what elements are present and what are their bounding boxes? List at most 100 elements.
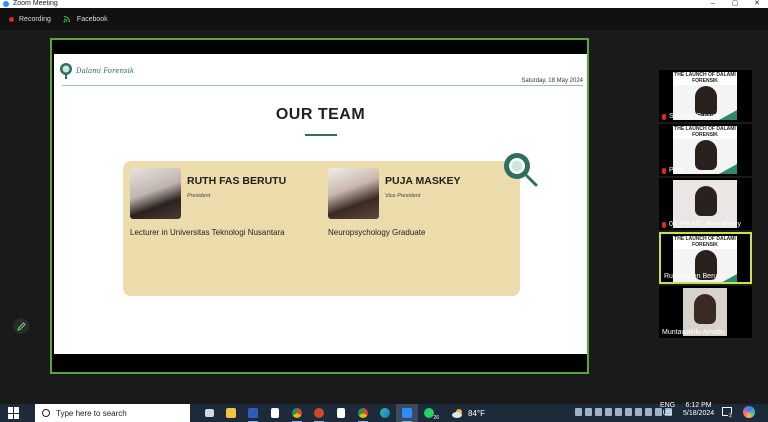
search-placeholder: Type here to search [56,408,127,418]
system-clock[interactable]: 6:12 PM 5/18/2024 [683,402,714,418]
windows-taskbar: Type here to search 26 84°F [0,404,768,422]
word-button[interactable] [242,404,264,422]
zoom-logo-icon [3,1,9,7]
participant-tile-active-speaker[interactable]: THE LAUNCH OF DALAMI FORENSIK Ruth Flore… [659,232,752,284]
minimize-button[interactable]: – [702,0,724,8]
muted-mic-icon [662,167,666,174]
participant-gallery: THE LAUNCH OF DALAMI FORENSIK Stefanie B… [659,70,753,340]
input-language[interactable]: ENG US [660,402,675,418]
whatsapp-button[interactable]: 26 [418,404,440,422]
participant-name: Muntawakilu Amadu [662,329,725,336]
slide-divider [62,85,583,86]
participant-tile[interactable]: 04_PS KC_Rien Mercy [659,178,752,230]
tray-icon[interactable] [585,408,592,416]
video-thumb-title: THE LAUNCH OF DALAMI FORENSIK [673,72,737,85]
video-thumb-title: THE LAUNCH OF DALAMI FORENSIK [673,126,737,139]
file-explorer-button[interactable] [220,404,242,422]
chrome-icon [358,408,368,418]
windows-logo-icon [8,407,13,413]
annotate-button[interactable] [13,318,29,334]
close-button[interactable]: ✕ [746,0,768,8]
file-icon [271,408,279,418]
weather-temperature: 84°F [468,408,485,418]
task-view-icon [204,409,214,417]
participant-name: Puja [662,167,683,174]
team-member: PUJA MASKEY Vice President Neuropsycholo… [328,168,460,237]
pinned-apps: 26 [198,404,440,422]
word-icon [248,408,258,418]
brain-logo-icon [60,63,72,79]
participant-tile[interactable]: THE LAUNCH OF DALAMI FORENSIK Stefanie B… [659,70,752,122]
zoom-icon [402,408,412,418]
system-tray [575,408,672,416]
participant-tile[interactable]: Muntawakilu Amadu [659,286,752,338]
slide-date: Saturday, 18 May 2024 [521,78,583,84]
magnifier-brain-icon [504,153,538,187]
member-name: RUTH FAS BERUTU [187,175,287,187]
participant-name: 04_PS KC_Rien Mercy [662,221,741,228]
edge-icon [380,408,390,418]
tray-icon[interactable] [605,408,612,416]
member-role: President [187,193,211,199]
participant-tile[interactable]: THE LAUNCH OF DALAMI FORENSIK Puja [659,124,752,176]
taskbar-search[interactable]: Type here to search [35,404,190,422]
maximize-button[interactable]: ▢ [724,0,746,8]
slide-heading: OUR TEAM [275,106,366,123]
copilot-icon[interactable] [743,406,755,418]
presentation-slide: Dalami Forensik Saturday, 18 May 2024 OU… [54,54,587,356]
meeting-status-bar: Recording Facebook [0,8,768,30]
team-card: RUTH FAS BERUTU President Lecturer in Un… [123,161,520,296]
pencil-icon [16,321,26,331]
powerpoint-button[interactable] [308,404,330,422]
window-titlebar: Zoom Meeting – ▢ ✕ [0,0,768,8]
file-icon [337,408,345,418]
chrome-button[interactable] [286,404,308,422]
chrome-profile-button[interactable] [352,404,374,422]
team-member: RUTH FAS BERUTU President Lecturer in Un… [130,168,286,237]
heading-underline [305,134,337,136]
powerpoint-icon [314,408,324,418]
video-thumb-title: THE LAUNCH OF DALAMI FORENSIK [673,236,737,249]
participant-face [695,86,717,116]
weather-widget[interactable]: 84°F [452,408,485,418]
document-button[interactable] [264,404,286,422]
participant-name: Ruth Floren Berutu [664,273,724,280]
member-photo [130,168,181,219]
window-title: Zoom Meeting [13,0,58,7]
speaker-icon[interactable] [645,408,652,416]
tray-icon[interactable] [635,408,642,416]
slide-footer-bar [54,354,587,370]
folder-icon [226,408,236,418]
task-view-button[interactable] [198,404,220,422]
participant-name: Stefanie Buyung [662,113,720,120]
clock-date: 5/18/2024 [683,410,715,417]
zoom-button[interactable] [396,404,418,422]
member-photo [328,168,379,219]
shared-screen[interactable]: Dalami Forensik Saturday, 18 May 2024 OU… [50,38,589,374]
start-button[interactable] [8,407,20,419]
notification-count: 2 [728,413,733,419]
tray-icon[interactable] [575,408,582,416]
recording-dot-icon [9,16,14,22]
brand-name: Dalami Forensik [76,67,135,75]
member-description: Lecturer in Universitas Teknologi Nusant… [130,228,285,237]
participant-face [695,186,717,216]
member-name: PUJA MASKEY [385,175,461,187]
member-description: Neuropsychology Graduate [328,228,426,237]
tray-icon[interactable] [615,408,622,416]
stream-label[interactable]: Facebook [77,16,108,23]
clock-time: 6:12 PM [685,402,712,409]
recording-label[interactable]: Recording [19,16,51,23]
tray-icon[interactable] [625,408,632,416]
participant-face [695,140,717,170]
whatsapp-badge: 26 [433,415,439,421]
document-button-2[interactable] [330,404,352,422]
member-role: Vice President [385,193,421,199]
chrome-icon [292,408,302,418]
live-stream-icon [63,16,70,23]
microphone-tray-icon[interactable] [595,408,602,416]
cloudy-weather-icon [452,409,462,418]
brand-logo: Dalami Forensik [56,62,134,80]
muted-mic-icon [662,221,666,228]
edge-button[interactable] [374,404,396,422]
